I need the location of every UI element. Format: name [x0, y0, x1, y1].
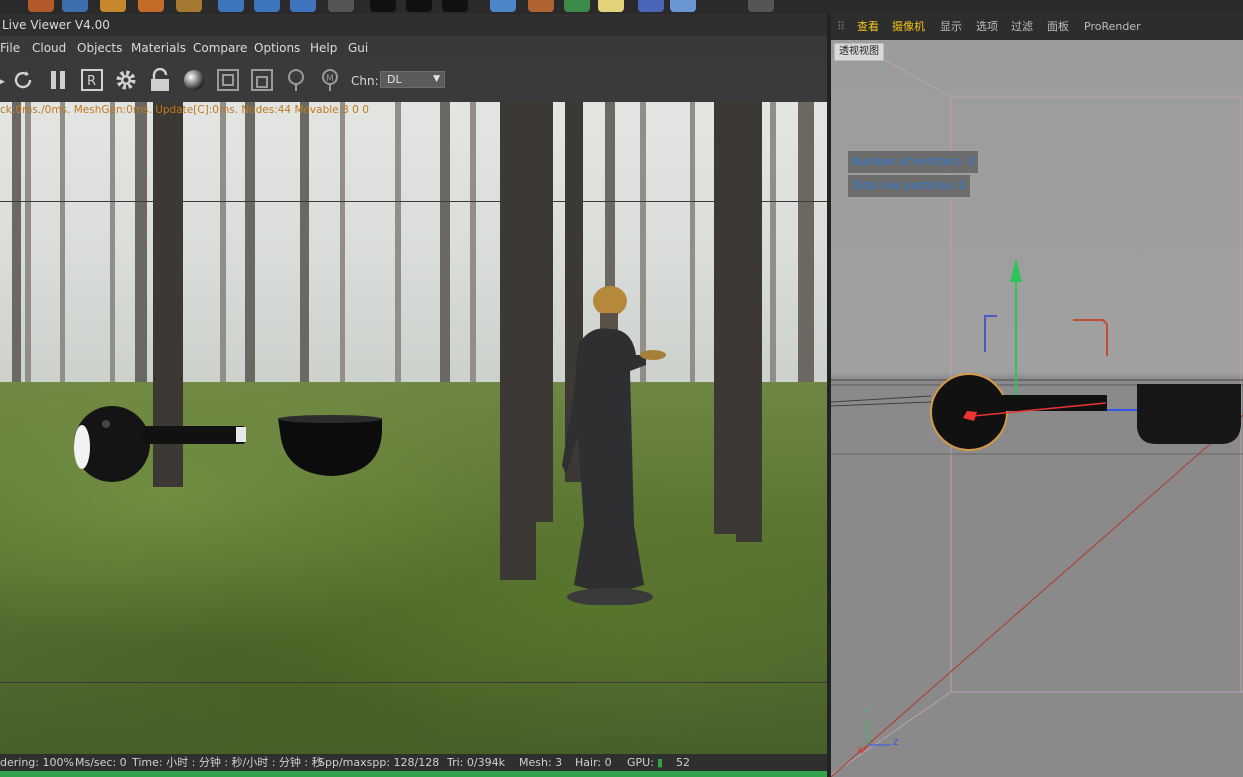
menu-options[interactable]: 选项 — [976, 14, 998, 40]
live-viewer-title: Live Viewer V4.00 — [0, 14, 828, 36]
menu-cloud[interactable]: Cloud — [32, 36, 66, 60]
toolbar-button[interactable] — [638, 0, 664, 12]
menu-options[interactable]: Options — [254, 36, 300, 60]
menu-file[interactable]: File — [0, 36, 20, 60]
toolbar-button[interactable] — [254, 0, 280, 12]
status-gpu-label: GPU: — [627, 756, 654, 769]
hud-emitters: Number of emitters: 0 — [848, 151, 979, 173]
menu-compare[interactable]: Compare — [193, 36, 247, 60]
menu-display[interactable]: 显示 — [940, 14, 962, 40]
bowl-object — [278, 415, 382, 476]
render-button[interactable] — [370, 0, 396, 12]
view-name-label: 透视视图 — [834, 43, 884, 61]
menu-filter[interactable]: 过滤 — [1011, 14, 1033, 40]
chevron-down-icon: ▼ — [433, 74, 440, 84]
region-render-icon[interactable]: R — [80, 68, 104, 92]
status-ms-sec: Ms/sec: 0 — [75, 756, 127, 769]
render-button[interactable] — [406, 0, 432, 12]
hud-particles: Total live particles: 0 — [848, 175, 970, 197]
axis-z-label: Z — [893, 738, 899, 747]
pause-icon[interactable] — [46, 68, 70, 92]
toolbar-button[interactable] — [748, 0, 774, 12]
channel-select-value: DL — [387, 73, 402, 86]
menu-gui[interactable]: Gui — [348, 36, 368, 60]
status-spp: Spp/maxspp: 128/128 — [318, 756, 440, 769]
pin-icon[interactable] — [284, 68, 308, 92]
toolbar-button[interactable] — [670, 0, 696, 12]
toolbar-button[interactable] — [138, 0, 164, 12]
toolbar-button[interactable] — [706, 0, 732, 12]
toolbar-button[interactable] — [100, 0, 126, 12]
menu-view[interactable]: 查看 — [857, 14, 879, 40]
render-button[interactable] — [442, 0, 468, 12]
channel-select[interactable]: DL ▼ — [380, 71, 445, 88]
material-sphere-icon[interactable] — [182, 68, 206, 92]
render-stats-line: ck:0ms./0ms. MeshGen:0ms. Update[C]:0ms.… — [0, 104, 369, 116]
menu-help[interactable]: Help — [310, 36, 337, 60]
svg-text:R: R — [87, 74, 96, 89]
channel-label: Chn: — [351, 74, 379, 88]
toolbar-button[interactable] — [490, 0, 516, 12]
toolbar-button[interactable] — [62, 0, 88, 12]
app-toolbar-strip — [0, 0, 1243, 14]
lock-icon[interactable] — [148, 67, 172, 92]
live-viewer-menubar: File Cloud Objects Materials Compare Opt… — [0, 36, 828, 60]
menu-materials[interactable]: Materials — [131, 36, 186, 60]
frame-guide-line — [0, 682, 827, 683]
menu-camera[interactable]: 摄像机 — [892, 14, 925, 40]
status-rendering: dering: 100% — [0, 756, 74, 769]
status-tri: Tri: 0/394k — [447, 756, 505, 769]
toolbar-button[interactable] — [564, 0, 590, 12]
pin-m-icon[interactable]: M — [318, 68, 342, 92]
gpu-indicator-icon: ▮ — [657, 756, 664, 769]
grip-icon: ⠿ — [837, 20, 846, 33]
status-gpu-value: 52 — [676, 756, 690, 769]
render-progress-bar — [0, 771, 827, 777]
statue-object — [562, 286, 666, 605]
toolbar-button[interactable] — [328, 0, 354, 12]
menu-prorender[interactable]: ProRender — [1084, 14, 1141, 40]
menu-panel[interactable]: 面板 — [1047, 14, 1069, 40]
pick-material-icon[interactable] — [250, 68, 274, 92]
viewport-menubar: ⠿ 查看 摄像机 显示 选项 过滤 面板 ProRender — [831, 14, 1243, 40]
axis-x-label: X — [857, 746, 863, 755]
speaker-object — [74, 406, 246, 482]
settings-gear-icon[interactable] — [114, 68, 138, 92]
toolbar-button[interactable] — [528, 0, 554, 12]
status-mesh: Mesh: 3 — [519, 756, 563, 769]
axis-y-label: Y — [864, 708, 869, 717]
refresh-icon[interactable] — [11, 68, 35, 92]
pick-focus-icon[interactable] — [216, 68, 240, 92]
status-time: Time: 小时 : 分钟 : 秒/小时 : 分钟 : 秒 — [132, 756, 323, 769]
toolbar-button[interactable] — [176, 0, 202, 12]
toolbar-button[interactable] — [290, 0, 316, 12]
frame-guide-line — [0, 201, 827, 202]
status-hair: Hair: 0 — [575, 756, 612, 769]
toolbar-button[interactable] — [598, 0, 624, 12]
svg-text:M: M — [326, 74, 334, 84]
render-viewport[interactable] — [0, 102, 827, 754]
toolbar-button[interactable] — [28, 0, 54, 12]
menu-objects[interactable]: Objects — [77, 36, 122, 60]
toolbar-button[interactable] — [218, 0, 244, 12]
live-viewer-statusbar: dering: 100% Ms/sec: 0 Time: 小时 : 分钟 : 秒… — [0, 754, 827, 771]
